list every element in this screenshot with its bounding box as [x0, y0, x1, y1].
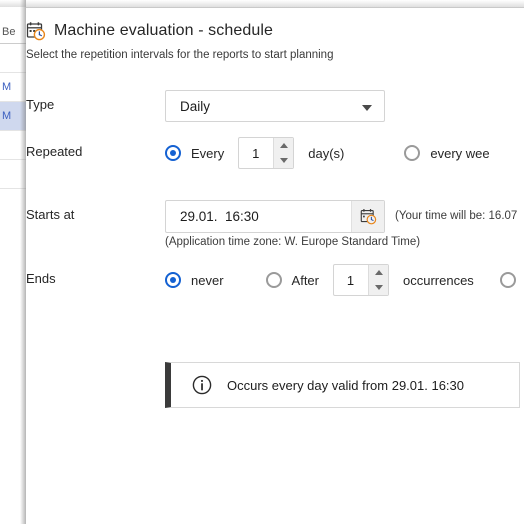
- ends-after-radio[interactable]: [265, 272, 282, 288]
- dialog-title: Machine evaluation - schedule: [54, 22, 274, 39]
- type-select[interactable]: Daily: [165, 90, 385, 122]
- repeated-unit-label: day(s): [308, 145, 345, 161]
- repeated-interval-stepper[interactable]: 1: [238, 137, 295, 169]
- ends-never-label: never: [191, 272, 224, 288]
- stepper-down-icon[interactable]: [274, 153, 293, 168]
- starts-at-value[interactable]: 29.01. 16:30: [166, 209, 259, 224]
- dialog-top-shadow: [0, 0, 524, 7]
- chevron-down-icon: [362, 105, 372, 111]
- repeated-row: Repeated Every 1 day(s) every wee: [26, 133, 524, 173]
- dialog-title-row: Machine evaluation - schedule: [26, 21, 273, 41]
- schedule-info-text: Occurs every day valid from 29.01. 16:30: [227, 377, 465, 393]
- schedule-dialog: Machine evaluation - schedule Select the…: [26, 8, 524, 524]
- repeated-interval-stepper-buttons: [273, 138, 294, 168]
- stepper-down-icon[interactable]: [369, 280, 388, 295]
- type-label: Type: [26, 97, 55, 112]
- repeated-weekday-label: every wee: [430, 145, 490, 161]
- date-picker-button[interactable]: [351, 200, 384, 232]
- stepper-up-icon[interactable]: [369, 265, 388, 280]
- repeated-interval-value[interactable]: 1: [239, 138, 273, 168]
- timezone-note: (Application time zone: W. Europe Standa…: [165, 236, 421, 248]
- type-field-area: Daily: [165, 86, 385, 126]
- calendar-clock-icon: [26, 21, 46, 41]
- dialog-subtitle: Select the repetition intervals for the …: [26, 49, 334, 61]
- ends-occurrences-stepper[interactable]: 1: [333, 264, 389, 296]
- your-time-hint: (Your time will be: 16.07: [395, 210, 518, 222]
- stepper-up-icon[interactable]: [274, 138, 293, 153]
- starts-at-row: Starts at 29.01. 16:30 (Your time will b…: [26, 196, 524, 258]
- repeated-every-label: Every: [191, 145, 225, 161]
- ends-label: Ends: [26, 271, 56, 286]
- repeated-weekday-radio[interactable]: [404, 145, 421, 161]
- ends-after-label: After: [291, 272, 319, 288]
- repeated-field-area: Every 1 day(s) every wee: [165, 133, 490, 173]
- info-icon: [191, 374, 213, 396]
- screen: Be M M Machine evaluation - schedule Sel…: [0, 0, 524, 524]
- ends-never-radio[interactable]: [165, 272, 181, 288]
- type-select-value: Daily: [180, 98, 211, 114]
- ends-field-area: never After 1 occurrences: [165, 260, 524, 300]
- schedule-info-message: Occurs every day valid from 29.01. 16:30: [165, 362, 520, 408]
- ends-row: Ends never After 1 occurrences: [26, 260, 524, 300]
- type-row: Type Daily: [26, 86, 524, 126]
- starts-at-field-area: 29.01. 16:30 (Your time will be: 16.07: [165, 196, 517, 236]
- repeated-label: Repeated: [26, 144, 83, 159]
- repeated-every-radio[interactable]: [165, 145, 181, 161]
- ends-on-date-radio[interactable]: [499, 272, 516, 288]
- starts-at-label: Starts at: [26, 207, 75, 222]
- ends-occurrences-label: occurrences: [403, 272, 474, 288]
- ends-occurrences-value[interactable]: 1: [334, 265, 368, 295]
- ends-occurrences-stepper-buttons: [368, 265, 388, 295]
- starts-at-input[interactable]: 29.01. 16:30: [165, 199, 385, 233]
